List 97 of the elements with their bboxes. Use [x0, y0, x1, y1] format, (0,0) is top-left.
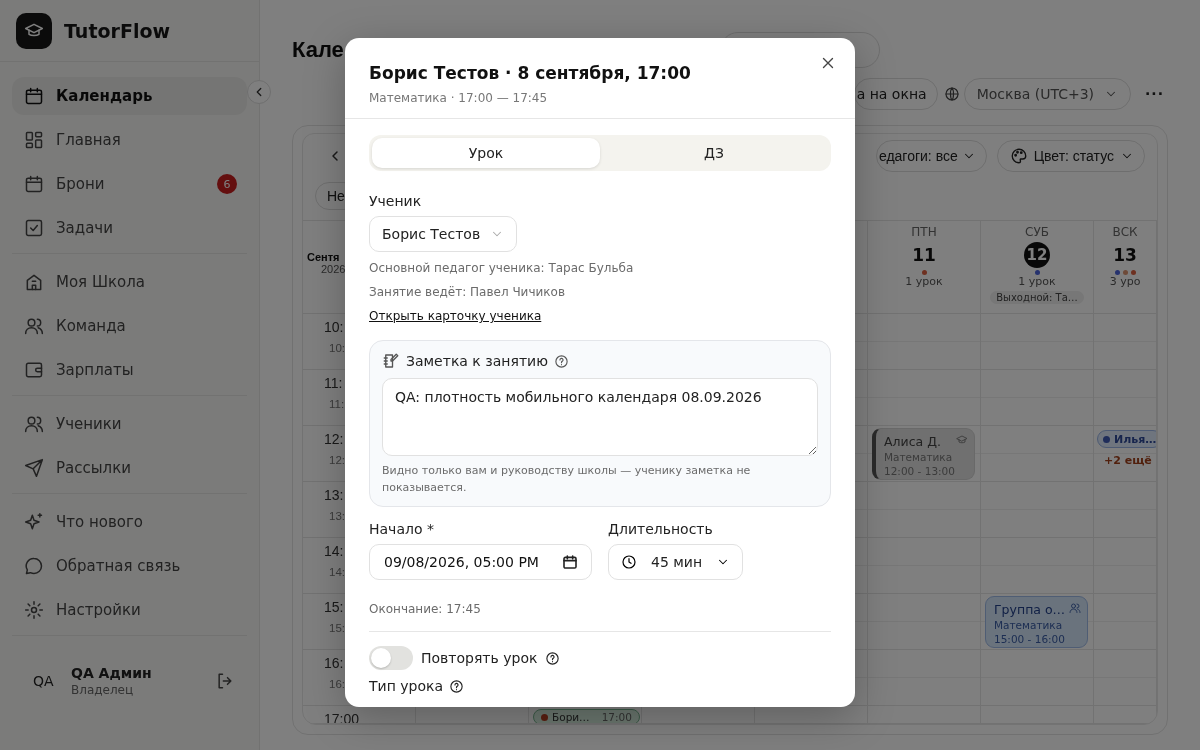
- speech-bubble-icon: [24, 556, 44, 576]
- weekday-label: СУБ: [1025, 225, 1049, 239]
- lesson-chip[interactable]: Илья…: [1097, 430, 1156, 448]
- field-label: Тип урока: [369, 678, 444, 694]
- note-hint: Видно только вам и руководству школы — ученику заметка не показывается.: [382, 463, 752, 496]
- repeat-toggle[interactable]: [369, 646, 413, 670]
- user-initials: QA: [33, 673, 55, 689]
- windows-button[interactable]: а на окна: [853, 78, 938, 110]
- day-number: 11: [912, 244, 936, 267]
- filter-dropdown[interactable]: едагоги: все: [875, 140, 987, 172]
- tab[interactable]: ДЗ: [600, 138, 828, 168]
- sidebar-item[interactable]: Брони 6: [12, 165, 247, 203]
- sidebar-item[interactable]: Настройки: [12, 591, 247, 629]
- people-icon: [24, 414, 44, 434]
- note-title: Заметка к занятию: [406, 353, 548, 369]
- calendar-icon: [24, 86, 44, 106]
- half-hour-label: 10:: [329, 342, 345, 354]
- info-text: Занятие ведёт: Павел Чичиков: [369, 285, 566, 300]
- info-text: Основной педагог ученика: Тарас Бульба: [369, 261, 635, 276]
- sidebar-item[interactable]: Что нового: [12, 503, 247, 541]
- student-card-link[interactable]: Открыть карточку ученика: [369, 309, 542, 323]
- sidebar-item[interactable]: Моя Школа: [12, 263, 247, 301]
- half-hour-label: 11:: [329, 398, 345, 410]
- tab[interactable]: Урок: [372, 138, 600, 168]
- end-time: Окончание: 17:45: [369, 602, 481, 616]
- people-icon: [1069, 602, 1081, 614]
- sidebar-item[interactable]: Календарь: [12, 77, 247, 115]
- calendar-icon[interactable]: [562, 554, 578, 570]
- sidebar-item[interactable]: Задачи: [12, 209, 247, 247]
- field-label: Ученик: [369, 193, 423, 209]
- brand-name: TutorFlow: [64, 19, 170, 42]
- count-badge: 6: [217, 174, 237, 194]
- half-hour-label: 14:: [329, 566, 345, 578]
- half-hour-label: 12:: [329, 454, 345, 466]
- timezone-select[interactable]: Москва (UTC+3): [963, 78, 1132, 110]
- hour-label: 11:: [324, 375, 343, 391]
- paper-plane-icon: [24, 458, 44, 478]
- sidebar-item[interactable]: Команда: [12, 307, 247, 345]
- graduation-cap-icon: [956, 434, 968, 446]
- field-label: Начало *: [369, 521, 434, 537]
- sidebar-item[interactable]: Ученики: [12, 405, 247, 443]
- page-title: Кале: [292, 37, 344, 63]
- help-icon[interactable]: [553, 353, 569, 369]
- toggle-label: Повторять урок: [421, 650, 538, 666]
- dialog-title: Борис Тестов · 8 сентября, 17:00: [369, 62, 692, 84]
- user-role: Владелец: [71, 683, 134, 697]
- half-hour-label: 15:: [329, 622, 345, 634]
- more-link[interactable]: +2 ещё: [1104, 454, 1152, 467]
- building-icon: [24, 272, 44, 292]
- globe-icon: [943, 86, 960, 102]
- half-hour-label: 16:: [329, 678, 345, 690]
- sparkle-icon: [24, 512, 44, 532]
- lesson-count: 3 уро: [1109, 275, 1141, 288]
- date-time-field[interactable]: 09/08/2026, 05:00 PM: [369, 544, 592, 580]
- sidebar-item[interactable]: Рассылки: [12, 449, 247, 487]
- hour-label: 15:: [324, 599, 344, 615]
- note-field[interactable]: QA: плотность мобильного календаря 08.09.2026: [382, 378, 818, 456]
- palette-icon: [1009, 147, 1028, 165]
- wallet-icon: [24, 360, 44, 380]
- month-label: Сентя: [307, 251, 340, 263]
- clock-icon: [621, 554, 637, 570]
- help-icon[interactable]: [449, 678, 465, 694]
- duration-select[interactable]: 45 мин: [608, 544, 744, 580]
- lesson-count: 1 урок: [1018, 275, 1056, 288]
- lesson-count: 1 урок: [905, 275, 943, 288]
- weekday-label: ВСК: [1112, 225, 1138, 239]
- year-label: 2026: [321, 263, 346, 275]
- sidebar-item[interactable]: Обратная связь: [12, 547, 247, 585]
- day-number: 12: [1024, 242, 1050, 268]
- checkbox-icon: [24, 218, 44, 238]
- people-icon: [24, 316, 44, 336]
- notebook-pen-icon: [382, 352, 400, 370]
- calendar-icon: [24, 174, 44, 194]
- half-hour-label: 13:: [329, 510, 345, 522]
- day-number: 13: [1113, 244, 1137, 267]
- grid-icon: [24, 130, 44, 150]
- lesson-chip[interactable]: Бори… 17:00: [533, 709, 640, 723]
- hour-label: 14:: [324, 543, 344, 559]
- sidebar-item[interactable]: Главная: [12, 121, 247, 159]
- help-icon[interactable]: [545, 650, 561, 666]
- logo-icon: [16, 12, 52, 49]
- student-select[interactable]: Борис Тестов: [369, 216, 518, 252]
- settings-icon: [24, 600, 44, 620]
- hour-label: 16:: [324, 655, 344, 671]
- day-off-tag: Выходной: Та…: [990, 291, 1084, 304]
- hour-label: 12:: [324, 431, 344, 447]
- dialog-subtitle: Математика · 17:00 — 17:45: [369, 91, 549, 105]
- more-button[interactable]: ···: [1141, 78, 1168, 110]
- lesson-card[interactable]: Группа о… Математика 15:00 - 16:00: [985, 596, 1088, 648]
- sidebar-item[interactable]: Зарплаты: [12, 351, 247, 389]
- hour-label: 10:: [324, 319, 344, 335]
- user-name: QA Админ: [71, 665, 152, 681]
- hour-label: 13:: [324, 487, 344, 503]
- collapse-button[interactable]: [247, 80, 271, 104]
- filter-dropdown[interactable]: Цвет: статус: [996, 140, 1145, 172]
- field-label: Длительность: [608, 521, 713, 537]
- weekday-label: ПТН: [911, 225, 937, 239]
